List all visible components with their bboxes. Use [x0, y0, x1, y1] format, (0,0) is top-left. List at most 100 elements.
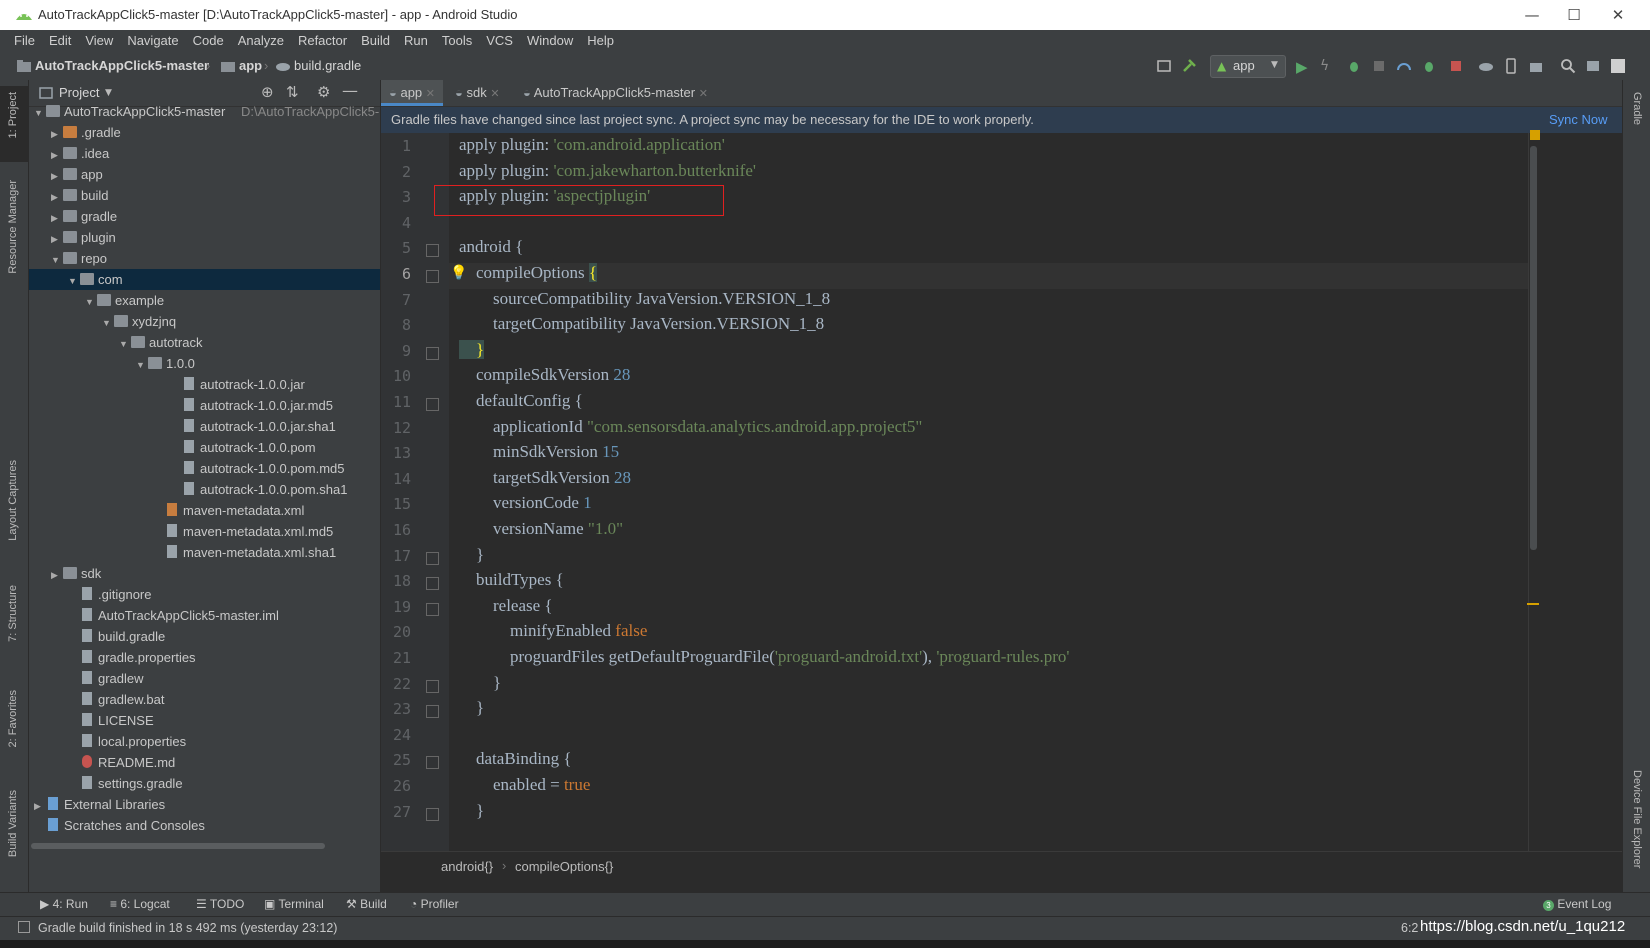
tab-app[interactable]: ◒ app ✕	[381, 80, 444, 106]
tool-window-resource-manager[interactable]: Resource Manager	[7, 180, 19, 274]
menu-analyze[interactable]: Analyze	[238, 30, 284, 52]
expand-arrow-icon[interactable]: ▶	[51, 229, 63, 250]
tree-row[interactable]: ▶ gradle	[29, 206, 380, 227]
collapse-all-icon[interactable]: ⇅	[286, 83, 299, 101]
project-view-select[interactable]: Project	[59, 85, 99, 100]
fold-marker-icon[interactable]	[426, 577, 439, 591]
tree-row[interactable]: autotrack-1.0.0.jar	[29, 374, 380, 395]
code-line[interactable]: applicationId "com.sensorsdata.analytics…	[459, 417, 922, 437]
tree-row[interactable]: settings.gradle	[29, 773, 380, 794]
tree-row[interactable]: ▼ 1.0.0	[29, 353, 380, 374]
expand-arrow-icon[interactable]: ▼	[68, 271, 80, 292]
code-line[interactable]: }	[459, 673, 501, 693]
tree-root-row[interactable]: ▼ AutoTrackAppClick5-master D:\AutoTrackA…	[29, 101, 380, 122]
tree-row[interactable]: ▼ repo	[29, 248, 380, 269]
tree-row[interactable]: ▶ sdk	[29, 563, 380, 584]
sync-now-link[interactable]: Sync Now	[1549, 107, 1608, 133]
tree-row[interactable]: ▶ External Libraries	[29, 794, 380, 815]
fold-marker-icon[interactable]	[426, 679, 439, 693]
tool-tab-profiler[interactable]: ◔ Profiler	[410, 897, 459, 911]
code-line[interactable]: proguardFiles getDefaultProguardFile('pr…	[459, 647, 1069, 667]
tree-row[interactable]: ▶ build	[29, 185, 380, 206]
tree-row[interactable]: gradlew.bat	[29, 689, 380, 710]
menu-window[interactable]: Window	[527, 30, 573, 52]
menu-file[interactable]: File	[14, 30, 35, 52]
inspection-warning-marker[interactable]	[1530, 130, 1540, 140]
code-line[interactable]: buildTypes {	[459, 570, 564, 590]
tool-tab-terminal[interactable]: ▣ Terminal	[264, 897, 324, 911]
code-line[interactable]: enabled = true	[459, 775, 590, 795]
code-line[interactable]: android {	[459, 237, 523, 257]
code-line[interactable]: dataBinding {	[459, 749, 572, 769]
code-line[interactable]: }	[459, 545, 484, 565]
hide-panel-icon[interactable]: —	[342, 81, 358, 100]
search-icon[interactable]	[1560, 58, 1576, 74]
code-line[interactable]: targetSdkVersion 28	[459, 468, 631, 488]
expand-arrow-icon[interactable]: ▶	[51, 187, 63, 208]
maximize-icon[interactable]: ☐	[1560, 4, 1588, 26]
expand-arrow-icon[interactable]: ▼	[136, 355, 148, 376]
fold-marker-icon[interactable]	[426, 807, 439, 821]
tree-row[interactable]: autotrack-1.0.0.pom.md5	[29, 458, 380, 479]
fold-marker-icon[interactable]	[426, 705, 439, 719]
tool-window-gradle[interactable]: Gradle	[1631, 92, 1643, 125]
tool-tab-logcat[interactable]: ≡ 6: Logcat	[110, 897, 170, 911]
menu-navigate[interactable]: Navigate	[127, 30, 178, 52]
fold-marker-icon[interactable]	[426, 270, 439, 283]
event-log-button[interactable]: 3 Event Log	[1543, 897, 1611, 911]
breadcrumb-module[interactable]: app	[239, 58, 262, 73]
breadcrumb-file[interactable]: build.gradle	[294, 58, 361, 73]
close-icon[interactable]: ✕	[1604, 4, 1632, 26]
fold-marker-icon[interactable]	[426, 398, 439, 411]
tree-row[interactable]: AutoTrackAppClick5-master.iml	[29, 605, 380, 626]
fold-marker-icon[interactable]	[426, 244, 439, 258]
tree-row[interactable]: local.properties	[29, 731, 380, 752]
tab-project-build[interactable]: ◒ AutoTrackAppClick5-master ✕	[515, 80, 716, 106]
tree-row[interactable]: README.md	[29, 752, 380, 773]
tree-row[interactable]: ▼ autotrack	[29, 332, 380, 353]
close-icon[interactable]: ✕	[490, 88, 499, 100]
close-icon[interactable]: ✕	[699, 88, 708, 100]
tree-row[interactable]: ▶ app	[29, 164, 380, 185]
tool-window-structure[interactable]: 7: Structure	[7, 585, 19, 642]
code-line[interactable]: minifyEnabled false	[459, 621, 647, 641]
tree-row[interactable]: ▼ xydzjnq	[29, 311, 380, 332]
code-line[interactable]: }	[459, 339, 485, 360]
expand-arrow-icon[interactable]: ▶	[51, 208, 63, 229]
code-line[interactable]: release {	[459, 596, 553, 616]
code-line[interactable]: compileOptions {	[459, 263, 598, 283]
stop-icon[interactable]	[1448, 58, 1464, 74]
code-area[interactable]: apply plugin: 'com.android.application' a…	[381, 133, 1622, 851]
tool-tab-run[interactable]: ▶ 4: Run	[40, 897, 88, 911]
make-project-hammer-icon[interactable]	[1181, 58, 1197, 74]
fold-marker-icon[interactable]	[426, 602, 439, 616]
vertical-scrollbar[interactable]	[1530, 146, 1537, 550]
code-line[interactable]: apply plugin: 'com.android.application'	[459, 135, 725, 155]
tree-row[interactable]: gradlew	[29, 668, 380, 689]
apply-changes-icon[interactable]: ϟ	[1320, 58, 1336, 74]
gear-icon[interactable]: ⚙	[317, 83, 330, 101]
intention-lightbulb-icon[interactable]: 💡	[450, 265, 467, 281]
horizontal-scrollbar[interactable]	[31, 843, 325, 849]
code-line[interactable]: defaultConfig {	[459, 391, 583, 411]
code-line[interactable]: targetCompatibility JavaVersion.VERSION_…	[459, 314, 824, 334]
tree-row[interactable]: ▶ plugin	[29, 227, 380, 248]
fold-marker-icon[interactable]	[426, 756, 439, 770]
breadcrumb-android[interactable]: android{}	[441, 859, 493, 874]
expand-arrow-icon[interactable]: ▶	[51, 565, 63, 586]
debug-bug-icon[interactable]	[1346, 58, 1362, 74]
coverage-icon[interactable]	[1371, 58, 1387, 74]
breadcrumb-compile-options[interactable]: compileOptions{}	[515, 859, 613, 874]
tree-row[interactable]: maven-metadata.xml.sha1	[29, 542, 380, 563]
fold-marker-icon[interactable]	[426, 346, 439, 360]
menu-refactor[interactable]: Refactor	[298, 30, 347, 52]
tree-row[interactable]: ▼ example	[29, 290, 380, 311]
tool-tab-todo[interactable]: ☰ TODO	[196, 897, 244, 911]
tab-sdk[interactable]: ◒ sdk ✕	[447, 80, 508, 106]
tree-row[interactable]: autotrack-1.0.0.pom	[29, 437, 380, 458]
expand-arrow-icon[interactable]: ▶	[34, 796, 46, 817]
toggle-tool-windows-icon[interactable]	[18, 921, 30, 933]
tree-row[interactable]: build.gradle	[29, 626, 380, 647]
menu-edit[interactable]: Edit	[49, 30, 71, 52]
tree-row[interactable]: gradle.properties	[29, 647, 380, 668]
